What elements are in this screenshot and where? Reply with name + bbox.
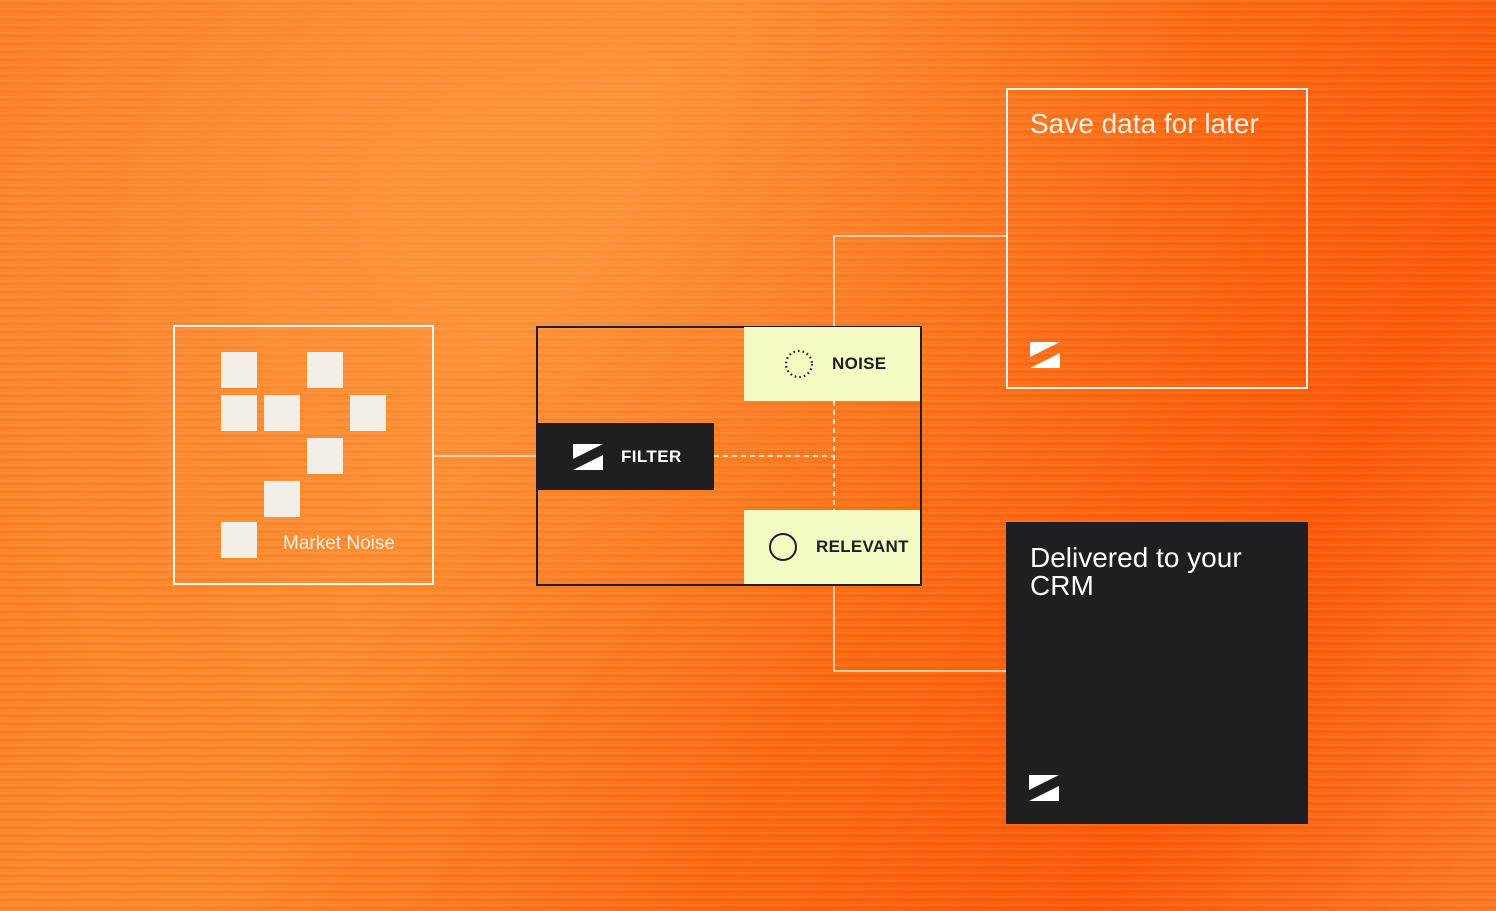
save-data-box: Save data for later — [1006, 88, 1308, 389]
circle-icon — [768, 532, 798, 562]
logo-icon — [1029, 775, 1059, 801]
crm-title: Delivered to your CRM — [1030, 544, 1242, 600]
noise-output-label: NOISE — [832, 354, 887, 373]
connector-relevant-to-crm — [833, 585, 1007, 672]
crm-title-line2: CRM — [1030, 570, 1094, 601]
crm-box: Delivered to your CRM — [1006, 522, 1308, 824]
connector-noise-to-save — [833, 235, 1007, 327]
relevant-output[interactable]: RELEVANT — [744, 510, 920, 584]
noise-square — [221, 352, 257, 388]
noise-square — [264, 481, 300, 517]
logo-icon — [1030, 342, 1060, 368]
dotted-circle-icon — [784, 349, 814, 379]
filter-button[interactable]: FILTER — [537, 423, 714, 490]
save-data-title: Save data for later — [1030, 108, 1259, 139]
relevant-output-label: RELEVANT — [816, 537, 909, 556]
noise-square — [221, 395, 257, 431]
filter-label: FILTER — [621, 446, 682, 466]
noise-output[interactable]: NOISE — [744, 327, 920, 401]
noise-square — [221, 522, 257, 558]
noise-square — [350, 395, 386, 431]
noise-square — [264, 395, 300, 431]
crm-title-line1: Delivered to your — [1030, 542, 1242, 573]
market-noise-box: Market Noise — [173, 325, 434, 585]
logo-icon — [573, 443, 603, 470]
noise-square — [307, 352, 343, 388]
market-noise-label: Market Noise — [283, 533, 395, 554]
noise-square — [307, 438, 343, 474]
